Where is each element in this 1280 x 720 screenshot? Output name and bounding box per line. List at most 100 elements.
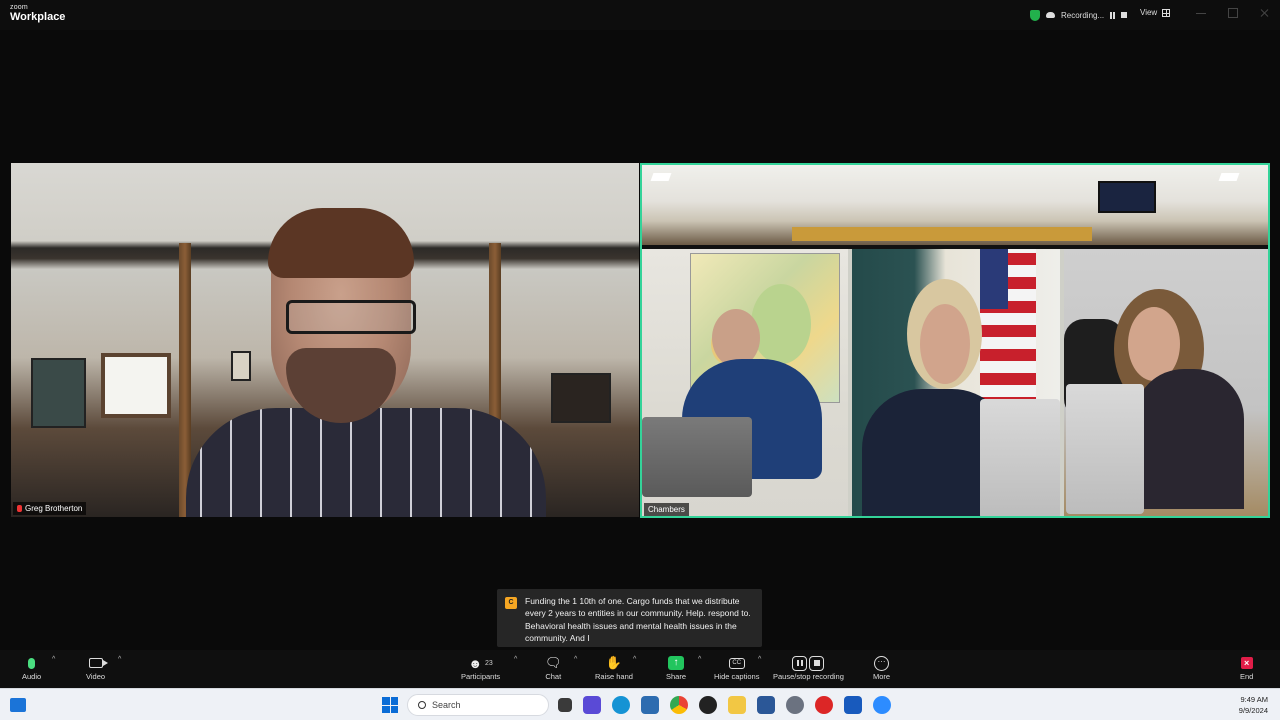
end-label: End [1240,672,1254,681]
brand-small: zoom [10,4,28,11]
caption-text: Funding the 1 10th of one. Cargo funds t… [525,596,751,644]
pause-icon [792,655,808,671]
participant-video-woman-center [852,249,1060,516]
share-label: Share [666,672,687,681]
captions-options-caret-icon[interactable]: ^ [758,656,761,663]
task-view-icon[interactable] [558,698,572,712]
file-explorer-icon[interactable] [728,696,746,714]
recording-indicator[interactable]: Recording... [1030,7,1128,23]
participants-options-caret-icon[interactable]: ^ [514,656,517,663]
audio-options-caret-icon[interactable]: ^ [52,656,55,663]
participant-video-greg [186,208,546,517]
participants-button[interactable]: ☻ 23 Participants [461,654,501,682]
raise-hand-button[interactable]: ✋ Raise hand [595,654,633,681]
taskbar-search[interactable]: Search [407,694,549,716]
participants-count: 23 [485,659,493,667]
end-x-icon: × [1240,657,1253,669]
grid-icon [1162,8,1171,17]
chamber-room-view [642,165,1268,245]
laptop [642,417,752,497]
room-window [101,353,171,418]
chat-button[interactable]: 🗨 Chat [545,654,562,681]
cloud-icon [1046,12,1055,18]
stop-recording-icon[interactable] [1121,12,1128,18]
caption-speaker-icon: C [505,597,517,609]
more-button[interactable]: ··· More [873,654,890,681]
window-controls [1196,8,1270,18]
word-icon[interactable] [844,696,862,714]
pause-recording-icon[interactable] [1110,11,1116,19]
participant-video-man: Chambers [642,249,848,516]
widgets-icon[interactable] [10,698,26,712]
share-options-caret-icon[interactable]: ^ [698,656,701,663]
face [920,304,970,384]
captions-label: Hide captions [714,672,760,681]
chat-label: Chat [545,672,562,681]
search-placeholder: Search [432,700,461,710]
more-dots-icon: ··· [874,655,890,671]
hide-captions-button[interactable]: CC Hide captions [714,654,759,681]
close-icon[interactable] [1260,8,1270,18]
view-button[interactable]: View [1140,8,1171,17]
participant-video-woman-right [1064,249,1268,516]
security-shield-icon[interactable] [1030,9,1040,21]
microphone-icon [28,657,36,669]
us-flag [980,249,1036,409]
os-taskbar: Search 9:49 AM 9/9/2024 [0,688,1280,720]
minimize-icon[interactable] [1196,8,1206,14]
share-screen-icon: ↑ [668,656,684,670]
view-label: View [1140,8,1158,17]
brand-large: Workplace [10,11,66,23]
title-bar: zoom Workplace Recording... View [0,0,1280,30]
audio-label: Audio [22,672,42,681]
raise-hand-label: Raise hand [595,672,633,681]
closed-captions-icon: CC [728,657,745,669]
stop-icon [809,655,825,671]
video-button[interactable]: Video [86,654,108,681]
participant-name-tag: Greg Brotherton [13,502,87,515]
edge-icon[interactable] [612,696,630,714]
participant-name: Chambers [644,503,689,516]
video-camera-icon [88,658,108,668]
participant-name: Greg Brotherton [25,504,83,513]
windows-start-icon[interactable] [382,697,398,713]
room-tv [1098,181,1156,213]
store-icon[interactable] [641,696,659,714]
media-player-icon[interactable] [815,696,833,714]
participants-label: Participants [461,672,501,681]
participants-icon: ☻ [468,655,483,671]
settings-gear-icon[interactable] [786,696,804,714]
teams-icon[interactable] [583,696,601,714]
accordion [551,373,611,423]
video-tile-chambers[interactable]: Chambers [640,163,1270,518]
clock-date: 9/9/2024 [1238,706,1268,715]
video-label: Video [86,672,106,681]
search-icon [418,701,426,709]
end-meeting-button[interactable]: × End [1240,654,1253,681]
hand-icon: ✋ [605,655,623,670]
audio-button[interactable]: Audio [22,654,41,681]
chat-options-caret-icon[interactable]: ^ [574,656,577,663]
video-tile-greg[interactable]: Greg Brotherton [11,163,639,517]
system-clock[interactable]: 9:49 AM 9/9/2024 [1239,694,1268,716]
muted-mic-icon [17,505,22,512]
video-options-caret-icon[interactable]: ^ [118,656,121,663]
more-label: More [873,672,891,681]
meeting-toolbar: Audio ^ Video ^ ☻ 23 Participants ^ 🗨 Cha… [0,650,1280,688]
clock-time: 9:49 AM [1240,695,1268,704]
laptop [980,399,1060,516]
zoom-app-icon[interactable] [873,696,891,714]
laptop [1066,384,1144,514]
github-icon[interactable] [699,696,717,714]
zoom-logo: zoom Workplace [10,4,65,23]
wall-painting [31,358,86,428]
share-button[interactable]: ↑ Share [666,654,686,681]
chrome-icon[interactable] [670,696,688,714]
recording-control-label: Pause/stop recording [773,672,844,681]
calculator-icon[interactable] [757,696,775,714]
reactions-caret-icon[interactable]: ^ [633,656,636,663]
pause-stop-recording-button[interactable]: Pause/stop recording [773,654,844,681]
live-caption: C Funding the 1 10th of one. Cargo funds… [497,589,762,647]
taskbar-apps [558,696,891,714]
maximize-icon[interactable] [1228,8,1238,18]
